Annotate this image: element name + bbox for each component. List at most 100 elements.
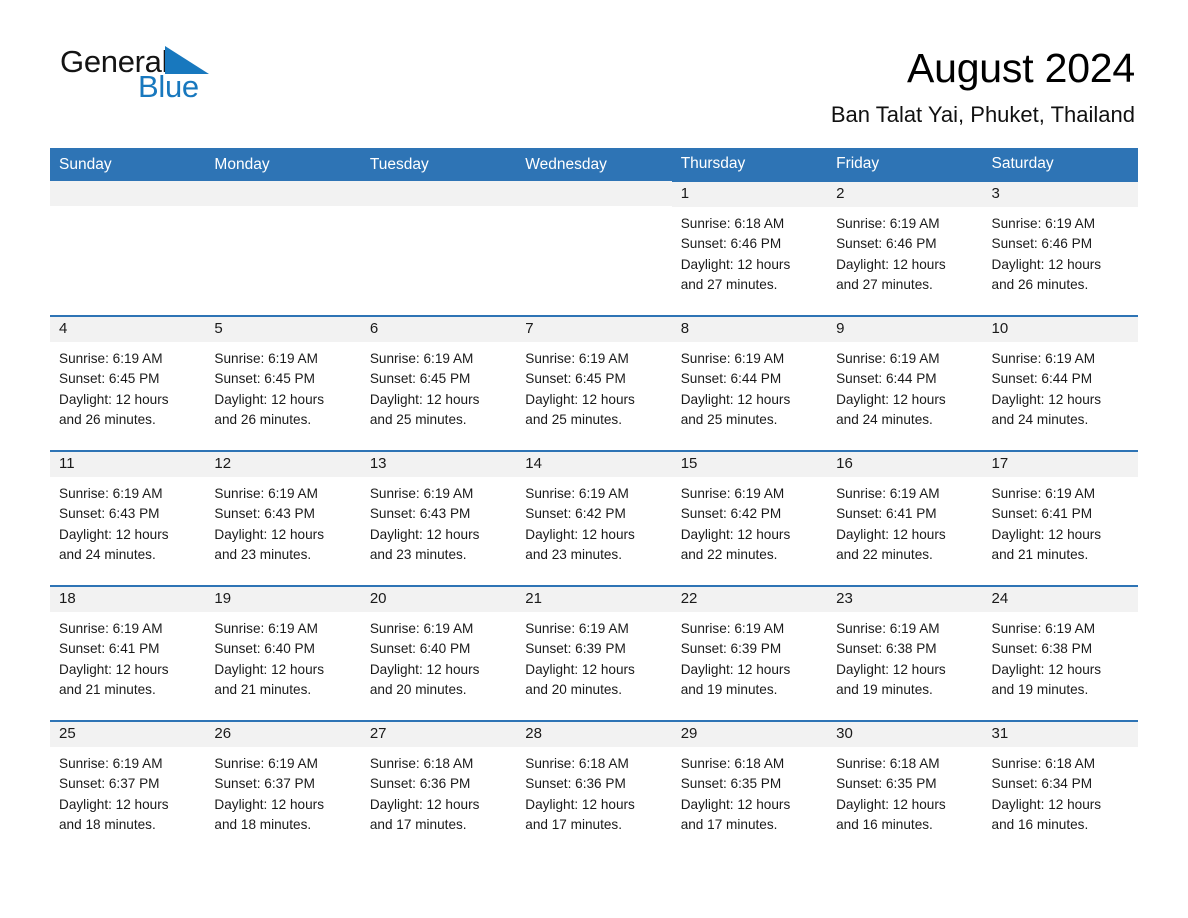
sunset-time: Sunset: 6:40 PM bbox=[214, 641, 315, 657]
calendar-body: 1 Sunrise: 6:18 AM Sunset: 6:46 PM Daylight… bbox=[50, 180, 1138, 857]
daylight-duration-line1: Daylight: 12 hours bbox=[214, 391, 324, 407]
calendar-day-cell[interactable]: 22 Sunrise: 6:19 AM Sunset: 6:39 PM Dayligh… bbox=[671, 585, 828, 722]
daylight-duration-line1: Daylight: 12 hours bbox=[836, 526, 946, 542]
sunset-time: Sunset: 6:35 PM bbox=[836, 776, 937, 792]
calendar-day-cell[interactable]: 18 Sunrise: 6:19 AM Sunset: 6:41 PM Dayligh… bbox=[50, 585, 206, 722]
calendar-day-cell[interactable]: 31 Sunrise: 6:18 AM Sunset: 6:34 PM Dayligh… bbox=[982, 720, 1138, 857]
day-details: Sunrise: 6:19 AM Sunset: 6:45 PM Daylight:… bbox=[516, 342, 671, 444]
daylight-duration-line2: and 24 minutes. bbox=[991, 411, 1089, 427]
calendar-day-cell[interactable]: 7 Sunrise: 6:19 AM Sunset: 6:45 PM Daylight… bbox=[516, 315, 672, 452]
day-number: 26 bbox=[205, 722, 361, 748]
sunset-time: Sunset: 6:45 PM bbox=[369, 371, 471, 387]
sunrise-time: Sunrise: 6:19 AM bbox=[214, 756, 318, 772]
sunrise-time: Sunrise: 6:19 AM bbox=[214, 486, 318, 502]
daylight-duration-line1: Daylight: 12 hours bbox=[59, 796, 169, 812]
calendar-day-cell[interactable]: 13 Sunrise: 6:19 AM Sunset: 6:43 PM Dayligh… bbox=[360, 450, 517, 587]
calendar-day-cell[interactable]: 16 Sunrise: 6:19 AM Sunset: 6:41 PM Dayligh… bbox=[827, 450, 983, 587]
sunset-time: Sunset: 6:42 PM bbox=[680, 506, 782, 522]
calendar-day-cell[interactable]: 8 Sunrise: 6:19 AM Sunset: 6:44 PM Daylight… bbox=[671, 315, 828, 452]
day-details bbox=[205, 206, 360, 306]
daylight-duration-line1: Daylight: 12 hours bbox=[836, 796, 946, 812]
calendar-day-cell[interactable]: 4 Sunrise: 6:19 AM Sunset: 6:45 PM Daylight… bbox=[50, 315, 206, 452]
calendar-day-cell[interactable]: 20 Sunrise: 6:19 AM Sunset: 6:40 PM Dayligh… bbox=[360, 585, 517, 722]
sunset-time: Sunset: 6:40 PM bbox=[369, 641, 471, 657]
day-number: 14 bbox=[516, 452, 672, 478]
sunrise-time: Sunrise: 6:19 AM bbox=[525, 351, 629, 367]
sunrise-time: Sunrise: 6:19 AM bbox=[836, 216, 940, 232]
day-number: 23 bbox=[827, 587, 983, 613]
daylight-duration-line2: and 26 minutes. bbox=[991, 276, 1089, 292]
calendar-day-cell[interactable]: 2 Sunrise: 6:19 AM Sunset: 6:46 PM Daylight… bbox=[827, 180, 983, 317]
weekday-header-tuesday: Tuesday bbox=[360, 148, 517, 182]
calendar-day-cell[interactable]: 19 Sunrise: 6:19 AM Sunset: 6:40 PM Dayligh… bbox=[205, 585, 361, 722]
day-details: Sunrise: 6:18 AM Sunset: 6:35 PM Daylight:… bbox=[672, 747, 827, 849]
sunrise-time: Sunrise: 6:19 AM bbox=[59, 621, 163, 637]
sunrise-time: Sunrise: 6:19 AM bbox=[369, 486, 474, 502]
daylight-duration-line1: Daylight: 12 hours bbox=[369, 796, 480, 812]
sunset-time: Sunset: 6:45 PM bbox=[59, 371, 160, 387]
calendar-day-cell[interactable]: 15 Sunrise: 6:19 AM Sunset: 6:42 PM Dayligh… bbox=[671, 450, 828, 587]
sunrise-time: Sunrise: 6:18 AM bbox=[836, 756, 940, 772]
sunrise-time: Sunrise: 6:19 AM bbox=[836, 486, 940, 502]
weekday-header-saturday: Saturday bbox=[982, 148, 1138, 182]
calendar-day-cell[interactable]: 24 Sunrise: 6:19 AM Sunset: 6:38 PM Dayligh… bbox=[982, 585, 1138, 722]
calendar-day-cell[interactable]: 29 Sunrise: 6:18 AM Sunset: 6:35 PM Dayligh… bbox=[671, 720, 828, 857]
daylight-duration-line2: and 18 minutes. bbox=[59, 816, 156, 832]
day-number: 21 bbox=[516, 587, 672, 613]
calendar-day-cell[interactable]: 6 Sunrise: 6:19 AM Sunset: 6:45 PM Daylight… bbox=[360, 315, 517, 452]
daylight-duration-line1: Daylight: 12 hours bbox=[369, 661, 480, 677]
day-details: Sunrise: 6:19 AM Sunset: 6:45 PM Daylight:… bbox=[361, 342, 516, 444]
sunset-time: Sunset: 6:34 PM bbox=[991, 776, 1093, 792]
daylight-duration-line1: Daylight: 12 hours bbox=[59, 661, 169, 677]
daylight-duration-line2: and 23 minutes. bbox=[525, 546, 622, 562]
calendar-week-row: 11 Sunrise: 6:19 AM Sunset: 6:43 PM Dayligh… bbox=[50, 450, 1138, 587]
brand-logo[interactable]: General Blue bbox=[50, 46, 240, 102]
calendar-day-cell[interactable]: 28 Sunrise: 6:18 AM Sunset: 6:36 PM Dayligh… bbox=[516, 720, 672, 857]
day-details: Sunrise: 6:19 AM Sunset: 6:41 PM Daylight:… bbox=[50, 612, 205, 714]
daylight-duration-line2: and 16 minutes. bbox=[991, 816, 1089, 832]
calendar-day-cell[interactable]: 12 Sunrise: 6:19 AM Sunset: 6:43 PM Dayligh… bbox=[205, 450, 361, 587]
daylight-duration-line1: Daylight: 12 hours bbox=[525, 796, 635, 812]
sunrise-time: Sunrise: 6:18 AM bbox=[991, 756, 1096, 772]
day-number: 10 bbox=[982, 317, 1138, 343]
calendar-day-cell[interactable]: 23 Sunrise: 6:19 AM Sunset: 6:38 PM Dayligh… bbox=[827, 585, 983, 722]
calendar-day-cell[interactable]: 27 Sunrise: 6:18 AM Sunset: 6:36 PM Dayligh… bbox=[360, 720, 517, 857]
sunset-time: Sunset: 6:42 PM bbox=[525, 506, 626, 522]
calendar-day-cell[interactable]: 1 Sunrise: 6:18 AM Sunset: 6:46 PM Daylight… bbox=[671, 180, 828, 317]
calendar-day-cell[interactable]: 11 Sunrise: 6:19 AM Sunset: 6:43 PM Dayligh… bbox=[50, 450, 206, 587]
day-number: 18 bbox=[50, 587, 206, 613]
daylight-duration-line2: and 17 minutes. bbox=[369, 816, 467, 832]
day-details: Sunrise: 6:19 AM Sunset: 6:45 PM Daylight:… bbox=[205, 342, 360, 444]
calendar-day-cell[interactable]: 3 Sunrise: 6:19 AM Sunset: 6:46 PM Daylight… bbox=[982, 180, 1138, 317]
calendar-day-cell[interactable]: 17 Sunrise: 6:19 AM Sunset: 6:41 PM Dayligh… bbox=[982, 450, 1138, 587]
daylight-duration-line1: Daylight: 12 hours bbox=[680, 391, 791, 407]
daylight-duration-line2: and 25 minutes. bbox=[680, 411, 778, 427]
calendar-day-cell[interactable]: 10 Sunrise: 6:19 AM Sunset: 6:44 PM Dayligh… bbox=[982, 315, 1138, 452]
calendar-day-cell[interactable]: 21 Sunrise: 6:19 AM Sunset: 6:39 PM Dayligh… bbox=[516, 585, 672, 722]
daylight-duration-line2: and 22 minutes. bbox=[680, 546, 778, 562]
day-number: 6 bbox=[360, 317, 517, 343]
daylight-duration-line2: and 23 minutes. bbox=[369, 546, 467, 562]
daylight-duration-line1: Daylight: 12 hours bbox=[525, 391, 635, 407]
calendar-day-cell[interactable]: 5 Sunrise: 6:19 AM Sunset: 6:45 PM Daylight… bbox=[205, 315, 361, 452]
day-number: 13 bbox=[360, 452, 517, 478]
calendar-day-cell[interactable]: 30 Sunrise: 6:18 AM Sunset: 6:35 PM Dayligh… bbox=[827, 720, 983, 857]
sunrise-time: Sunrise: 6:19 AM bbox=[991, 351, 1096, 367]
daylight-duration-line1: Daylight: 12 hours bbox=[991, 661, 1102, 677]
day-number: 9 bbox=[827, 317, 983, 343]
day-details: Sunrise: 6:19 AM Sunset: 6:43 PM Daylight:… bbox=[361, 477, 516, 579]
day-number: 22 bbox=[671, 587, 828, 613]
day-number bbox=[50, 181, 206, 207]
daylight-duration-line1: Daylight: 12 hours bbox=[369, 391, 480, 407]
day-details: Sunrise: 6:18 AM Sunset: 6:46 PM Daylight:… bbox=[672, 207, 827, 309]
calendar-day-cell[interactable]: 26 Sunrise: 6:19 AM Sunset: 6:37 PM Dayligh… bbox=[205, 720, 361, 857]
day-number: 5 bbox=[205, 317, 361, 343]
day-number: 3 bbox=[982, 182, 1138, 208]
sunset-time: Sunset: 6:45 PM bbox=[525, 371, 626, 387]
sunrise-time: Sunrise: 6:18 AM bbox=[525, 756, 629, 772]
calendar-day-cell[interactable]: 25 Sunrise: 6:19 AM Sunset: 6:37 PM Dayligh… bbox=[50, 720, 206, 857]
sunset-time: Sunset: 6:39 PM bbox=[525, 641, 626, 657]
calendar-day-cell[interactable]: 14 Sunrise: 6:19 AM Sunset: 6:42 PM Dayligh… bbox=[516, 450, 672, 587]
sunset-time: Sunset: 6:44 PM bbox=[836, 371, 937, 387]
calendar-day-cell[interactable]: 9 Sunrise: 6:19 AM Sunset: 6:44 PM Daylight… bbox=[827, 315, 983, 452]
